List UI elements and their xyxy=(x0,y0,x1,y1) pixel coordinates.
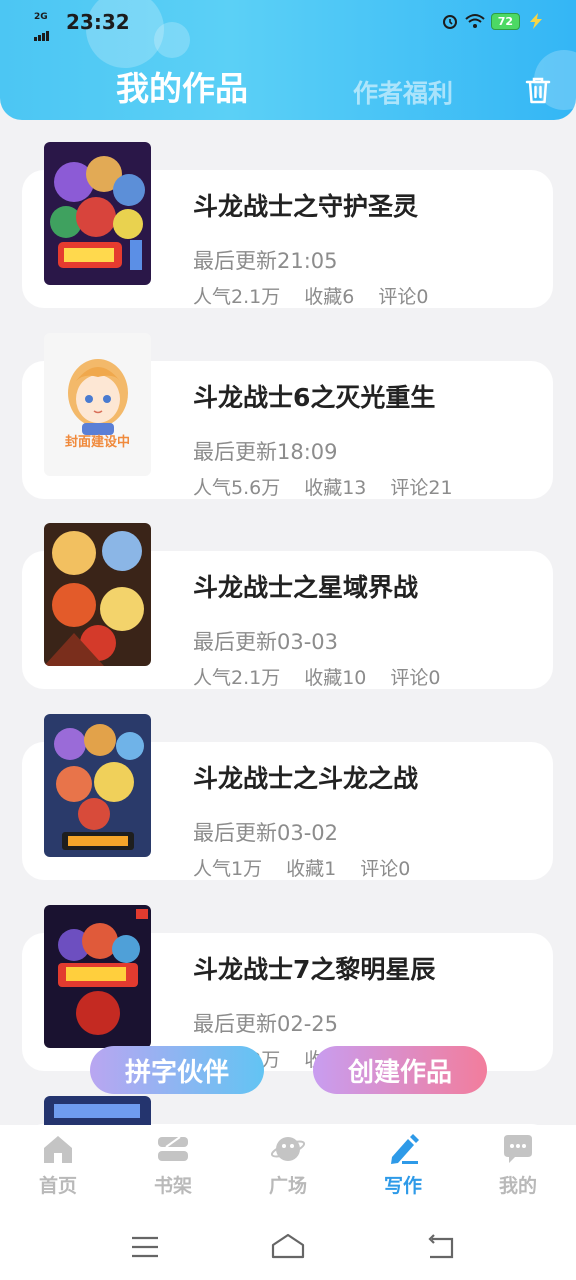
nav-label: 写作 xyxy=(383,1175,422,1197)
bottom-nav: 首页 书架 广场 写作 我的 xyxy=(0,1125,576,1211)
work-cover[interactable] xyxy=(44,714,151,857)
work-item[interactable] xyxy=(0,1074,576,1125)
work-cover[interactable] xyxy=(44,523,151,666)
network-type: 2G xyxy=(34,12,48,22)
work-comments: 评论0 xyxy=(390,667,441,689)
work-updated: 最后更新03-02 xyxy=(193,821,339,845)
work-item[interactable]: 封面建设中 斗龙战士6之灭光重生 最后更新18:09 人气5.6万 收藏13 评论2… xyxy=(0,311,576,501)
work-item[interactable]: 斗龙战士7之黎明星辰 最后更新02-25 人气2.3万收藏 xyxy=(0,883,576,1073)
alarm-icon xyxy=(442,15,457,29)
work-stats: 人气2.1万 收藏6 评论0 xyxy=(193,282,452,309)
work-updated: 最后更新02-25 xyxy=(193,1012,339,1036)
work-comments: 评论0 xyxy=(360,858,411,880)
chat-bubble-icon xyxy=(504,1135,532,1163)
menu-icon[interactable] xyxy=(130,1235,160,1259)
bookshelf-icon xyxy=(158,1136,188,1161)
work-favorites: 收藏13 xyxy=(304,477,367,499)
nav-bookshelf[interactable]: 书架 xyxy=(133,1133,213,1198)
work-comments: 评论0 xyxy=(378,286,429,308)
work-popularity: 人气2.1万 xyxy=(193,286,281,308)
create-work-button[interactable]: 创建作品 xyxy=(313,1046,487,1094)
system-nav-bar xyxy=(0,1211,576,1280)
work-updated: 最后更新03-03 xyxy=(193,630,339,654)
back-icon[interactable] xyxy=(424,1233,456,1261)
work-stats: 人气5.6万 收藏13 评论21 xyxy=(193,473,477,500)
nav-label: 书架 xyxy=(153,1175,192,1197)
work-favorites: 收藏6 xyxy=(304,286,355,308)
work-item[interactable]: 斗龙战士之守护圣灵 最后更新21:05 人气2.1万 收藏6 评论0 xyxy=(0,120,576,310)
nav-writing[interactable]: 写作 xyxy=(363,1133,443,1198)
work-updated: 最后更新21:05 xyxy=(193,249,338,273)
work-favorites: 收藏10 xyxy=(304,667,367,689)
work-cover-placeholder[interactable]: 封面建设中 xyxy=(44,333,151,476)
battery-level: 72 xyxy=(490,12,520,30)
work-cover[interactable] xyxy=(44,905,151,1048)
work-comments: 评论21 xyxy=(390,477,453,499)
nav-plaza[interactable]: 广场 xyxy=(248,1133,328,1198)
work-popularity: 人气2.1万 xyxy=(193,667,281,689)
work-cover[interactable] xyxy=(44,1096,151,1125)
status-bar: 2G 23:32 72 xyxy=(0,0,576,44)
work-title: 斗龙战士之斗龙之战 xyxy=(193,764,419,793)
work-item[interactable]: 斗龙战士之斗龙之战 最后更新03-02 人气1万 收藏1 评论0 xyxy=(0,692,576,882)
anime-girl-icon xyxy=(68,359,128,435)
tab-author-benefits[interactable]: 作者福利 xyxy=(353,74,453,110)
header: 2G 23:32 72 我的作品 作者福利 xyxy=(0,0,576,120)
home-gesture-icon[interactable] xyxy=(270,1231,306,1261)
trash-icon[interactable] xyxy=(522,74,554,106)
cover-caption: 封面建设中 xyxy=(64,435,130,450)
work-stats: 人气2.1万 收藏10 评论0 xyxy=(193,663,465,690)
work-stats: 人气1万 收藏1 评论0 xyxy=(193,854,434,881)
work-title: 斗龙战士7之黎明星辰 xyxy=(193,955,436,984)
wifi-icon xyxy=(465,14,485,28)
signal-icon xyxy=(34,22,50,41)
work-updated: 最后更新18:09 xyxy=(193,440,338,464)
tab-my-works[interactable]: 我的作品 xyxy=(116,62,248,110)
nav-mine[interactable]: 我的 xyxy=(478,1133,558,1198)
nav-label: 首页 xyxy=(38,1175,77,1197)
clock: 23:32 xyxy=(66,10,130,34)
work-item[interactable]: 斗龙战士之星域界战 最后更新03-03 人气2.1万 收藏10 评论0 xyxy=(0,501,576,691)
work-cover[interactable] xyxy=(44,142,151,285)
pen-icon xyxy=(391,1134,419,1164)
works-list[interactable]: 斗龙战士之守护圣灵 最后更新21:05 人气2.1万 收藏6 评论0 封面建设中 斗… xyxy=(0,120,576,1125)
work-popularity: 人气5.6万 xyxy=(193,477,281,499)
spelling-partner-button[interactable]: 拼字伙伴 xyxy=(90,1046,264,1094)
work-favorites: 收藏1 xyxy=(286,858,337,880)
work-title: 斗龙战士6之灭光重生 xyxy=(193,383,436,412)
planet-icon xyxy=(270,1137,306,1161)
charging-icon xyxy=(530,13,542,29)
home-icon xyxy=(44,1136,72,1163)
work-title: 斗龙战士之守护圣灵 xyxy=(193,192,419,221)
work-popularity: 人气1万 xyxy=(193,858,263,880)
nav-label: 广场 xyxy=(268,1175,307,1197)
nav-home[interactable]: 首页 xyxy=(18,1133,98,1198)
nav-label: 我的 xyxy=(498,1175,537,1197)
work-title: 斗龙战士之星域界战 xyxy=(193,573,419,602)
